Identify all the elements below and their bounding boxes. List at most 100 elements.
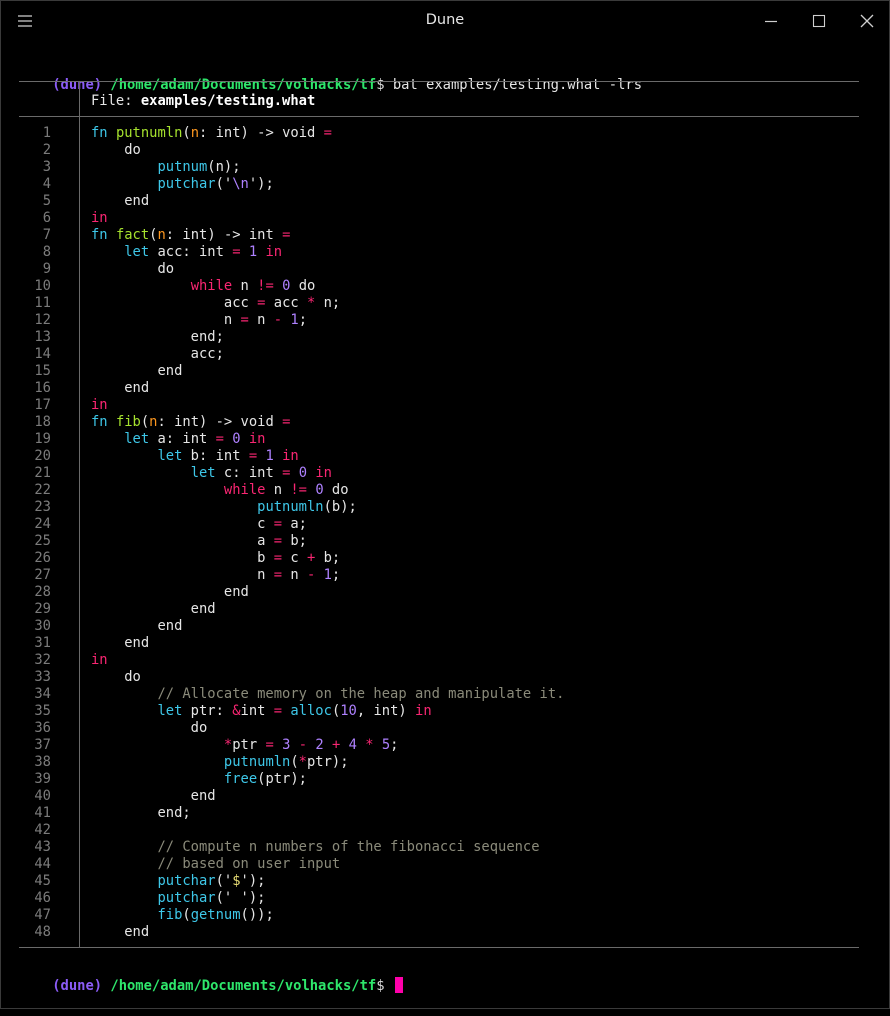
code-token: let bbox=[157, 703, 183, 719]
code-token: ( bbox=[290, 754, 299, 770]
code-token: != bbox=[257, 278, 274, 294]
line-number: 22 bbox=[34, 482, 51, 498]
line-number: 21 bbox=[34, 465, 51, 481]
minimize-icon[interactable] bbox=[761, 11, 781, 31]
code-token: ; bbox=[331, 567, 341, 583]
code-text: let acc: int = 1 in bbox=[91, 244, 282, 261]
code-token: = bbox=[273, 703, 283, 719]
code-token: (' '); bbox=[215, 890, 266, 906]
code-line: 32 in bbox=[19, 652, 859, 669]
code-token: fn bbox=[91, 414, 108, 430]
code-text: putnumln(b); bbox=[91, 499, 357, 516]
code-token: ptr); bbox=[306, 754, 349, 770]
close-icon[interactable] bbox=[857, 11, 877, 31]
code-token: end bbox=[91, 193, 150, 209]
code-text: end; bbox=[91, 329, 224, 346]
code-text: *ptr = 3 - 2 + 4 * 5; bbox=[91, 737, 399, 754]
code-token: - bbox=[298, 737, 308, 753]
code-line: 27 n = n - 1; bbox=[19, 567, 859, 584]
code-token: * bbox=[365, 737, 374, 753]
code-token: while bbox=[190, 278, 233, 294]
code-line: 5 end bbox=[19, 193, 859, 210]
code-text: putchar(' '); bbox=[91, 890, 265, 907]
terminal-window: Dune (dune) /home/adam/Documents/volhack… bbox=[0, 0, 890, 1009]
code-line: 24 c = a; bbox=[19, 516, 859, 533]
code-token: 4 bbox=[348, 737, 357, 753]
code-token: do bbox=[91, 142, 141, 158]
code-text: n = n - 1; bbox=[91, 567, 340, 584]
code-text: let b: int = 1 in bbox=[91, 448, 298, 465]
code-line: 20 let b: int = 1 in bbox=[19, 448, 859, 465]
code-token: in bbox=[248, 431, 266, 447]
code-token: = bbox=[240, 312, 249, 328]
code-token: // Compute n numbers of the fibonacci se… bbox=[157, 839, 540, 855]
text-cursor bbox=[394, 977, 403, 993]
code-token: = bbox=[273, 516, 283, 532]
code-text: in bbox=[91, 210, 108, 227]
code-text: let a: int = 0 in bbox=[91, 431, 265, 448]
code-line: 42 bbox=[19, 822, 859, 839]
prompt-path-2: /home/adam/Documents/volhacks/tf bbox=[110, 978, 377, 994]
code-token: = bbox=[273, 567, 283, 583]
code-text: do bbox=[91, 669, 141, 686]
code-token: in bbox=[91, 210, 108, 226]
line-number: 43 bbox=[34, 839, 51, 855]
code-token: & bbox=[232, 703, 241, 719]
code-text: // Allocate memory on the heap and manip… bbox=[91, 686, 564, 703]
code-token: end bbox=[91, 584, 249, 600]
code-token: putchar bbox=[157, 890, 216, 906]
line-number: 2 bbox=[42, 142, 51, 158]
code-line: 28 end bbox=[19, 584, 859, 601]
code-token: b; bbox=[315, 550, 341, 566]
bat-header-divider bbox=[79, 82, 80, 116]
code-token: free bbox=[223, 771, 258, 787]
code-line: 40 end bbox=[19, 788, 859, 805]
code-token: 2 bbox=[315, 737, 324, 753]
code-token: = bbox=[215, 431, 224, 447]
window-title: Dune bbox=[425, 12, 465, 28]
code-token: a: int bbox=[149, 431, 216, 447]
code-text: putnumln(*ptr); bbox=[91, 754, 349, 771]
code-text: let c: int = 0 in bbox=[91, 465, 332, 482]
bat-bottom-rule bbox=[19, 947, 859, 948]
code-token: ; bbox=[298, 312, 308, 328]
command-prompt-line: (dune) /home/adam/Documents/volhacks/tf$… bbox=[19, 55, 642, 93]
line-number: 34 bbox=[34, 686, 51, 702]
code-token: 10 bbox=[340, 703, 357, 719]
code-line: 12 n = n - 1; bbox=[19, 312, 859, 329]
code-token: 5 bbox=[381, 737, 391, 753]
line-number: 28 bbox=[34, 584, 51, 600]
code-text: end bbox=[91, 635, 149, 652]
code-line: 45 putchar('$'); bbox=[19, 873, 859, 890]
code-token: b; bbox=[282, 533, 307, 549]
code-token: n bbox=[91, 567, 274, 583]
code-token: let bbox=[157, 448, 183, 464]
active-prompt-line[interactable]: (dune) /home/adam/Documents/volhacks/tf$ bbox=[19, 956, 403, 994]
line-number: 9 bbox=[42, 261, 51, 277]
code-token: c bbox=[282, 550, 307, 566]
code-token: (b); bbox=[323, 499, 357, 515]
line-number: 14 bbox=[34, 346, 51, 362]
code-token: ; bbox=[390, 737, 399, 753]
line-number: 24 bbox=[34, 516, 51, 532]
maximize-icon[interactable] bbox=[809, 11, 829, 31]
code-token: acc bbox=[265, 295, 307, 311]
code-line: 13 end; bbox=[19, 329, 859, 346]
prompt-symbol: $ bbox=[376, 77, 385, 93]
code-line: 37 *ptr = 3 - 2 + 4 * 5; bbox=[19, 737, 859, 754]
code-text: b = c + b; bbox=[91, 550, 340, 567]
